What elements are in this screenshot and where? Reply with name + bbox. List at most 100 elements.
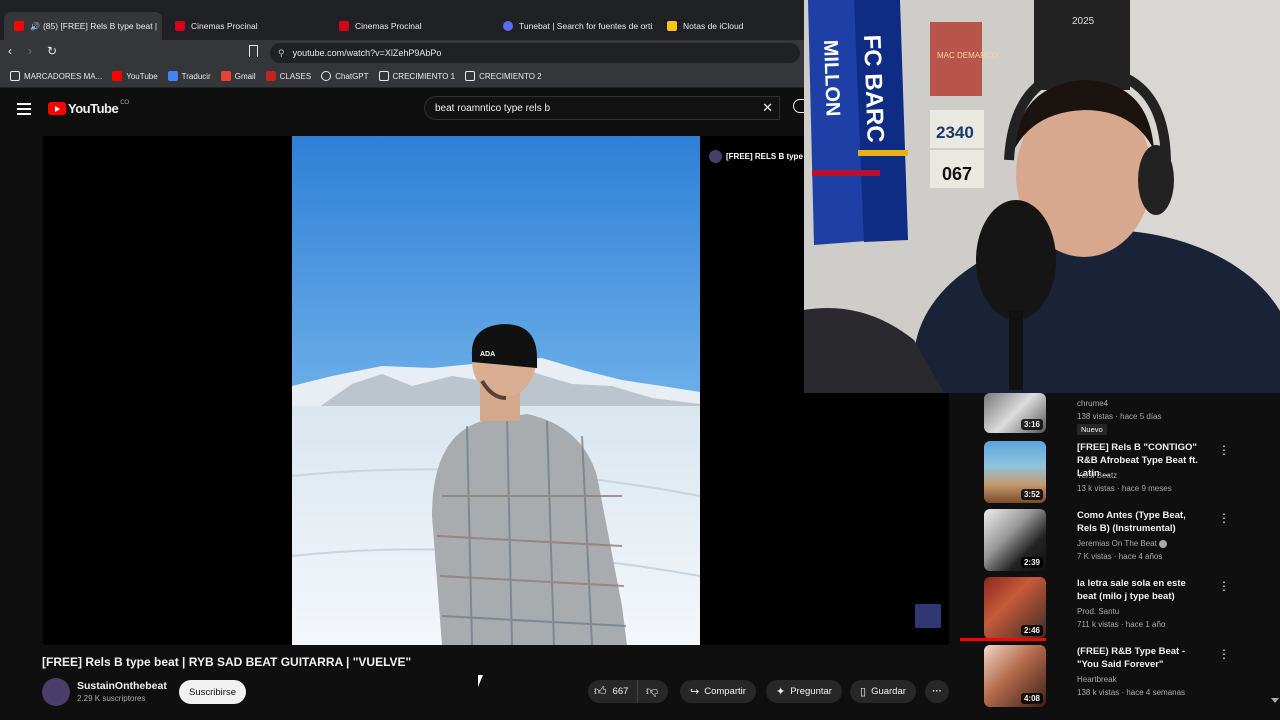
channel-name: Prod. Santu — [1077, 607, 1120, 616]
bookmark-label: Gmail — [234, 71, 256, 81]
cinema-favicon-icon — [175, 21, 185, 31]
more-options-icon[interactable]: ⋮ — [1218, 443, 1230, 457]
channel-avatar-icon — [709, 150, 722, 163]
tab-tunebat[interactable]: Tunebat | Search for fuentes de ortiz — [493, 12, 653, 40]
like-button[interactable]: 👍︎ 667 — [588, 680, 638, 703]
more-options-icon[interactable]: ⋮ — [1218, 579, 1230, 593]
search-icon[interactable] — [793, 99, 804, 113]
tab-icloud-notes[interactable]: Notas de iCloud — [657, 12, 804, 40]
youtube-logo[interactable]: YouTube CO — [48, 100, 129, 116]
tab-label: Cinemas Procinal — [191, 21, 258, 31]
recommendation-item[interactable]: 2:46 la letra sale sola en este beat (mi… — [960, 577, 1280, 641]
bookmark-label: YouTube — [126, 71, 158, 81]
webcam-overlay: MILLON FC BARC MAC DEMARCO 2340 067 2025 — [804, 0, 1280, 393]
video-frame[interactable]: ADA — [292, 136, 700, 645]
channel-name[interactable]: SustainOnthebeat — [77, 680, 167, 692]
bookmark-clases[interactable]: CLASES — [265, 71, 312, 81]
video-meta: 138 k vistas · hace 4 semanas — [1077, 688, 1186, 697]
search-input[interactable]: beat roamntico type rels b ✕ — [424, 96, 780, 120]
more-actions-icon[interactable]: ··· — [925, 680, 949, 703]
tab-label: (85) [FREE] Rels B type beat | — [42, 21, 158, 31]
address-bar[interactable]: ⚲ youtube.com/watch?v=XlZehP9AbPo — [270, 43, 800, 63]
calendar-year: 2025 — [1072, 16, 1095, 27]
bib-number-2: 067 — [942, 164, 972, 184]
reload-icon[interactable]: ↻ — [47, 44, 57, 58]
back-icon[interactable]: ‹ — [8, 44, 12, 58]
video-thumbnail-scene: ADA — [292, 136, 700, 645]
clear-search-icon[interactable]: ✕ — [762, 100, 773, 116]
notes-favicon-icon — [667, 21, 677, 31]
ask-label: Preguntar — [790, 686, 832, 697]
tab-cinemas-1[interactable]: Cinemas Procinal — [165, 12, 325, 40]
video-title: la letra sale sola en este beat (milo j … — [1077, 578, 1186, 602]
tab-label: Tunebat | Search for fuentes de ortiz — [519, 21, 653, 31]
bookmark-label: CRECIMIENTO 2 — [479, 71, 542, 81]
bookmark-traducir[interactable]: Traducir — [167, 71, 211, 81]
bookmark-icon: ▯ — [860, 686, 867, 698]
share-icon: ↪ — [690, 686, 700, 698]
scarf-text-fcbarc: FC BARC — [858, 34, 889, 143]
bookmark-crecimiento-1[interactable]: CRECIMIENTO 1 — [378, 71, 456, 81]
video-thumbnail: 4:08 — [984, 645, 1046, 707]
tab-cinemas-2[interactable]: Cinemas Procinal — [329, 12, 489, 40]
forward-icon[interactable]: › — [28, 44, 32, 58]
youtube-favicon-icon — [14, 21, 24, 31]
tab-youtube-video[interactable]: 🔊 (85) [FREE] Rels B type beat | ✕ — [4, 12, 162, 40]
youtube-header: YouTube CO beat roamntico type rels b ✕ — [0, 90, 804, 130]
folder-icon — [465, 71, 476, 81]
channel-name: chrume4 — [1077, 399, 1109, 408]
bookmark-marcadores[interactable]: MARCADORES MA... — [10, 71, 102, 81]
tab-bar: 🔊 (85) [FREE] Rels B type beat | ✕ Cinem… — [0, 0, 804, 40]
bookmarks-bar: MARCADORES MA... YouTube Traducir Gmail … — [0, 65, 804, 88]
tunebat-favicon-icon — [503, 21, 513, 31]
channel-name: Heartbreak — [1077, 675, 1117, 684]
channel-name: Jeremias On The Beat — [1077, 539, 1168, 548]
recommendation-item[interactable]: 3:16 chrume4 138 vistas · hace 5 días Nu… — [960, 393, 1280, 435]
dislike-button[interactable]: 👎︎ — [638, 684, 658, 699]
recommendation-item[interactable]: 2:39 Como Antes (Type Beat, Rels B) (Ins… — [960, 509, 1280, 573]
speaker-icon: 🔊 — [30, 21, 40, 31]
duration-badge: 3:52 — [1020, 489, 1043, 500]
channel-overlay[interactable]: [FREE] RELS B type be — [709, 150, 814, 163]
more-options-icon[interactable]: ⋮ — [1218, 647, 1230, 661]
bookmark-crecimiento-2[interactable]: CRECIMIENTO 2 — [465, 71, 542, 81]
video-meta: 711 k vistas · hace 1 año — [1077, 620, 1166, 629]
webcam-scene: MILLON FC BARC MAC DEMARCO 2340 067 2025 — [804, 0, 1280, 393]
recommendation-item[interactable]: 4:08 (FREE) R&B Type Beat - "You Said Fo… — [960, 645, 1280, 709]
share-label: Compartir — [704, 686, 746, 697]
bookmark-gmail[interactable]: Gmail — [220, 71, 256, 81]
bookmark-youtube[interactable]: YouTube — [112, 71, 158, 81]
site-info-icon[interactable]: ⚲ — [278, 48, 285, 59]
browser-toolbar: ‹ › ↻ ⚲ youtube.com/watch?v=XlZehP9AbPo — [0, 40, 804, 65]
menu-icon[interactable] — [17, 103, 31, 115]
bookmark-chatgpt[interactable]: ChatGPT — [321, 71, 369, 81]
youtube-icon — [112, 71, 123, 81]
channel-avatar[interactable] — [42, 678, 70, 706]
new-badge: Nuevo — [1077, 424, 1107, 435]
like-count: 667 — [612, 686, 629, 697]
more-options-icon[interactable]: ⋮ — [1218, 511, 1230, 525]
poster-text: MAC DEMARCO — [937, 51, 998, 60]
video-meta: 13 k vistas · hace 9 meses — [1077, 484, 1172, 493]
recommendation-item[interactable]: 3:52 [FREE] Rels B "CONTIGO" R&B Afrobea… — [960, 441, 1280, 505]
cinema-favicon-icon — [339, 21, 349, 31]
scroll-down-arrow-icon[interactable] — [1271, 698, 1279, 703]
bookmark-label: ChatGPT — [335, 71, 369, 81]
thumbs-down-icon: 👎︎ — [646, 684, 659, 698]
overlay-video-title: [FREE] RELS B type be — [726, 152, 815, 161]
bookmark-label: CLASES — [279, 71, 312, 81]
subscribe-button[interactable]: Suscribirse — [179, 680, 246, 704]
translate-icon — [167, 71, 178, 81]
save-button[interactable]: ▯ Guardar — [850, 680, 916, 703]
video-title: (FREE) R&B Type Beat - "You Said Forever… — [1077, 646, 1186, 670]
youtube-play-icon — [48, 102, 66, 115]
close-tab-icon[interactable]: ✕ — [157, 21, 162, 32]
url-text: youtube.com/watch?v=XlZehP9AbPo — [292, 48, 442, 58]
channel-watermark-icon[interactable] — [915, 604, 941, 628]
share-button[interactable]: ↪ Compartir — [680, 680, 756, 703]
bookmark-label: CRECIMIENTO 1 — [392, 71, 456, 81]
ask-button[interactable]: ✦ Preguntar — [766, 680, 842, 703]
bookmark-star-icon[interactable] — [249, 45, 258, 57]
tab-label: Cinemas Procinal — [355, 21, 422, 31]
gmail-icon — [220, 71, 231, 81]
